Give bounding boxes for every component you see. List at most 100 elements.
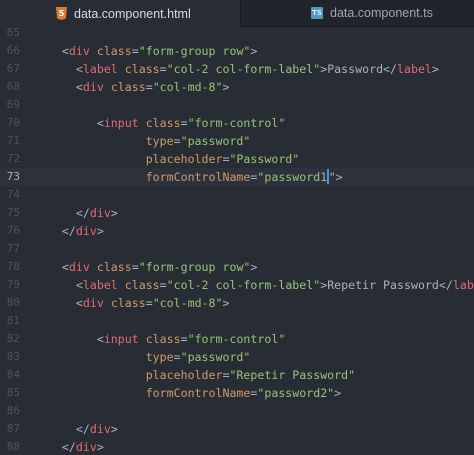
tab-data-component-html[interactable]: 5 data.component.html <box>0 0 240 27</box>
code-token: < <box>61 44 69 58</box>
line-number: 69 <box>6 98 20 111</box>
code-token: label <box>452 278 474 292</box>
code-line[interactable]: 73 formControlName="password1 "> <box>0 168 474 186</box>
code-token: > <box>110 422 118 436</box>
line-number: 79 <box>6 278 20 291</box>
line-content: placeholder="Password" <box>34 150 300 168</box>
code-token: > <box>431 62 439 76</box>
code-token: > <box>96 224 104 238</box>
code-token: > <box>96 440 104 454</box>
code-token: </ <box>75 206 90 220</box>
code-line[interactable]: 75 </div> <box>0 204 474 222</box>
code-line[interactable]: 72 placeholder="Password" <box>0 150 474 168</box>
code-line[interactable]: 80 <div class="col-md-8"> <box>0 294 474 312</box>
code-line[interactable]: 69 <box>0 96 474 114</box>
line-content: </div> <box>34 438 104 455</box>
code-line[interactable]: 70 <input class="form-control" <box>0 114 474 132</box>
code-token: > <box>335 170 343 184</box>
code-token: </ <box>61 440 76 454</box>
line-number: 82 <box>6 332 20 345</box>
line-number: 87 <box>6 422 20 435</box>
tab-data-component-ts[interactable]: TS data.component.ts <box>240 0 474 26</box>
line-number: 83 <box>6 350 20 363</box>
line-number: 72 <box>6 152 20 165</box>
line-number: 84 <box>6 368 20 381</box>
line-number: 78 <box>6 260 20 273</box>
line-content: </div> <box>34 222 104 240</box>
code-token: "form-control" <box>187 116 286 130</box>
code-token: "password2" <box>257 386 335 400</box>
code-token: < <box>61 260 69 274</box>
code-line[interactable]: 79 <label class="col-2 col-form-label">R… <box>0 276 474 294</box>
code-token: "password" <box>180 350 251 364</box>
line-number: 85 <box>6 386 20 399</box>
code-token: class <box>110 296 146 310</box>
code-token: class <box>145 332 181 346</box>
code-token: "col-2 col-form-label" <box>166 278 321 292</box>
code-token: </ <box>438 278 453 292</box>
code-line[interactable]: 77 <box>0 240 474 258</box>
code-token: = <box>131 260 139 274</box>
code-line[interactable]: 76 </div> <box>0 222 474 240</box>
typescript-icon: TS <box>311 7 323 19</box>
code-token: "form-control" <box>187 332 286 346</box>
code-token: = <box>145 80 153 94</box>
code-token: "Repetir Password" <box>229 368 356 382</box>
code-line[interactable]: 68 <div class="col-md-8"> <box>0 78 474 96</box>
line-number: 70 <box>6 116 20 129</box>
line-content: formControlName="password2"> <box>34 384 341 402</box>
line-number: 88 <box>6 440 20 453</box>
code-line[interactable]: 71 type="password" <box>0 132 474 150</box>
code-token: < <box>75 80 83 94</box>
code-token: div <box>75 440 97 454</box>
code-token: = <box>173 134 181 148</box>
code-token: div <box>82 296 104 310</box>
code-token: Password <box>327 62 384 76</box>
code-token: < <box>75 296 83 310</box>
code-line[interactable]: 65 <box>0 24 474 42</box>
code-token: = <box>159 62 167 76</box>
line-number: 73 <box>6 170 20 183</box>
code-line[interactable]: 84 placeholder="Repetir Password" <box>0 366 474 384</box>
code-token: > <box>222 296 230 310</box>
line-content: </div> <box>34 204 118 222</box>
code-line[interactable]: 78 <div class="form-group row"> <box>0 258 474 276</box>
code-area[interactable]: 65 66 <div class="form-group row"> 67 <lab… <box>0 24 474 455</box>
code-token: class <box>124 62 160 76</box>
code-line[interactable]: 67 <label class="col-2 col-form-label">P… <box>0 60 474 78</box>
code-token: "col-md-8" <box>152 296 223 310</box>
code-line[interactable]: 88 </div> <box>0 438 474 455</box>
line-number: 81 <box>6 314 20 327</box>
code-line[interactable]: 81 <box>0 312 474 330</box>
code-token: div <box>89 422 111 436</box>
code-token: > <box>250 44 258 58</box>
code-line[interactable]: 86 <box>0 402 474 420</box>
code-token: "form-group row" <box>138 260 251 274</box>
code-line[interactable]: 82 <input class="form-control" <box>0 330 474 348</box>
code-token: placeholder <box>145 152 223 166</box>
code-token: = <box>131 44 139 58</box>
code-token: formControlName <box>145 170 251 184</box>
code-token: div <box>68 44 90 58</box>
code-token: "password" <box>180 134 251 148</box>
code-line[interactable]: 85 formControlName="password2"> <box>0 384 474 402</box>
code-editor[interactable]: 5 data.component.html TS data.component.… <box>0 0 474 455</box>
code-token: input <box>103 332 139 346</box>
line-number: 71 <box>6 134 20 147</box>
line-number: 75 <box>6 206 20 219</box>
line-number: 77 <box>6 242 20 255</box>
code-line[interactable]: 74 <box>0 186 474 204</box>
code-token: < <box>75 62 83 76</box>
line-content: <input class="form-control" <box>34 330 286 348</box>
code-line[interactable]: 87 </div> <box>0 420 474 438</box>
code-line[interactable]: 66 <div class="form-group row"> <box>0 42 474 60</box>
code-token: div <box>82 80 104 94</box>
code-token: = <box>180 116 188 130</box>
code-line[interactable]: 83 type="password" <box>0 348 474 366</box>
